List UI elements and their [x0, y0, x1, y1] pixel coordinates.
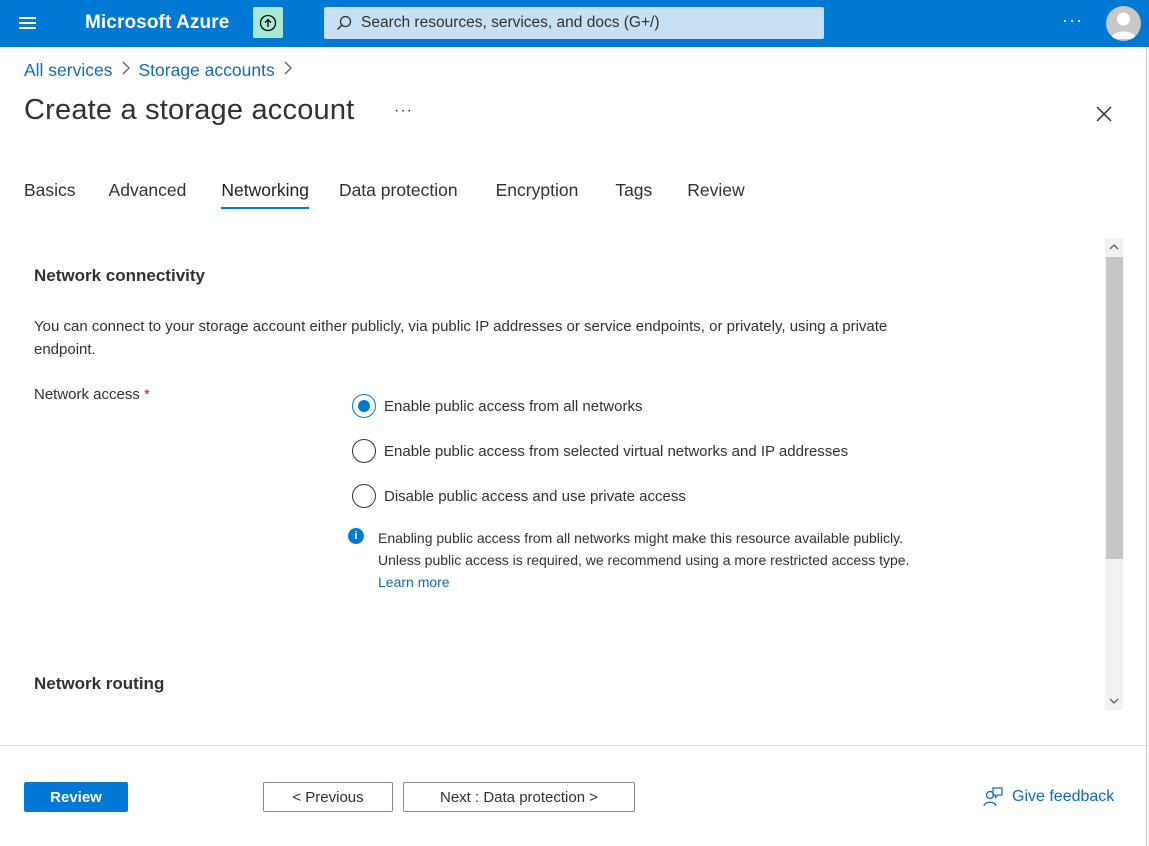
- network-access-label: Network access *: [34, 386, 150, 403]
- previous-button[interactable]: < Previous: [263, 782, 393, 812]
- radio-label: Disable public access and use private ac…: [384, 487, 686, 505]
- chevron-right-icon: [283, 61, 293, 80]
- page-more-options-icon[interactable]: ···: [394, 102, 413, 120]
- info-text: Enabling public access from all networks…: [378, 530, 910, 590]
- breadcrumb-storage-accounts[interactable]: Storage accounts: [139, 60, 275, 81]
- radio-button[interactable]: [352, 394, 376, 418]
- more-options-icon[interactable]: ···: [1062, 10, 1083, 31]
- radio-public-all-networks[interactable]: Enable public access from all networks: [352, 394, 642, 418]
- breadcrumb-all-services[interactable]: All services: [24, 60, 113, 81]
- scroll-down-icon[interactable]: [1105, 692, 1123, 710]
- network-connectivity-description: You can connect to your storage account …: [34, 318, 888, 358]
- tab-encryption[interactable]: Encryption: [496, 180, 579, 209]
- hamburger-menu-icon[interactable]: [17, 13, 39, 33]
- info-message: i Enabling public access from all networ…: [348, 527, 918, 593]
- learn-more-link[interactable]: Learn more: [378, 574, 450, 590]
- footer-divider: [0, 745, 1146, 746]
- avatar[interactable]: [1106, 6, 1141, 41]
- panel-edge: [1146, 47, 1147, 846]
- chevron-right-icon: [121, 61, 131, 80]
- content-scrollbar[interactable]: [1105, 238, 1123, 710]
- page-title: Create a storage account: [24, 94, 355, 126]
- tab-tags[interactable]: Tags: [615, 180, 652, 209]
- give-feedback-link[interactable]: Give feedback: [982, 786, 1114, 808]
- info-icon: i: [348, 528, 364, 544]
- search-input[interactable]: [361, 14, 801, 32]
- close-icon[interactable]: [1093, 103, 1115, 125]
- radio-label: Enable public access from all networks: [384, 397, 643, 415]
- radio-disable-public-access[interactable]: Disable public access and use private ac…: [352, 484, 686, 508]
- top-bar: Microsoft Azure ···: [0, 0, 1149, 47]
- global-search-box[interactable]: [324, 7, 824, 39]
- tab-review[interactable]: Review: [687, 180, 744, 209]
- scroll-up-icon[interactable]: [1105, 238, 1123, 256]
- tab-networking[interactable]: Networking: [221, 180, 309, 209]
- search-icon: [336, 15, 352, 31]
- radio-button[interactable]: [352, 439, 376, 463]
- wizard-tabs: Basics Advanced Networking Data protecti…: [24, 180, 745, 209]
- networking-form: Network connectivity You can connect to …: [0, 238, 1104, 710]
- tab-basics[interactable]: Basics: [24, 180, 76, 209]
- scroll-thumb[interactable]: [1106, 257, 1123, 559]
- next-data-protection-button[interactable]: Next : Data protection >: [403, 782, 635, 812]
- feedback-icon: [983, 787, 1003, 807]
- tab-data-protection[interactable]: Data protection: [339, 180, 458, 209]
- radio-button[interactable]: [352, 484, 376, 508]
- network-routing-heading: Network routing: [34, 674, 165, 693]
- brand-title[interactable]: Microsoft Azure: [85, 12, 229, 34]
- network-connectivity-heading: Network connectivity: [34, 266, 205, 285]
- radio-public-selected-networks[interactable]: Enable public access from selected virtu…: [352, 439, 848, 463]
- tab-advanced[interactable]: Advanced: [109, 180, 187, 209]
- required-asterisk: *: [144, 386, 150, 403]
- upgrade-icon[interactable]: [253, 7, 283, 38]
- review-button[interactable]: Review: [24, 782, 128, 812]
- feedback-label: Give feedback: [1012, 788, 1115, 805]
- breadcrumb: All services Storage accounts: [24, 60, 301, 81]
- radio-label: Enable public access from selected virtu…: [384, 442, 849, 460]
